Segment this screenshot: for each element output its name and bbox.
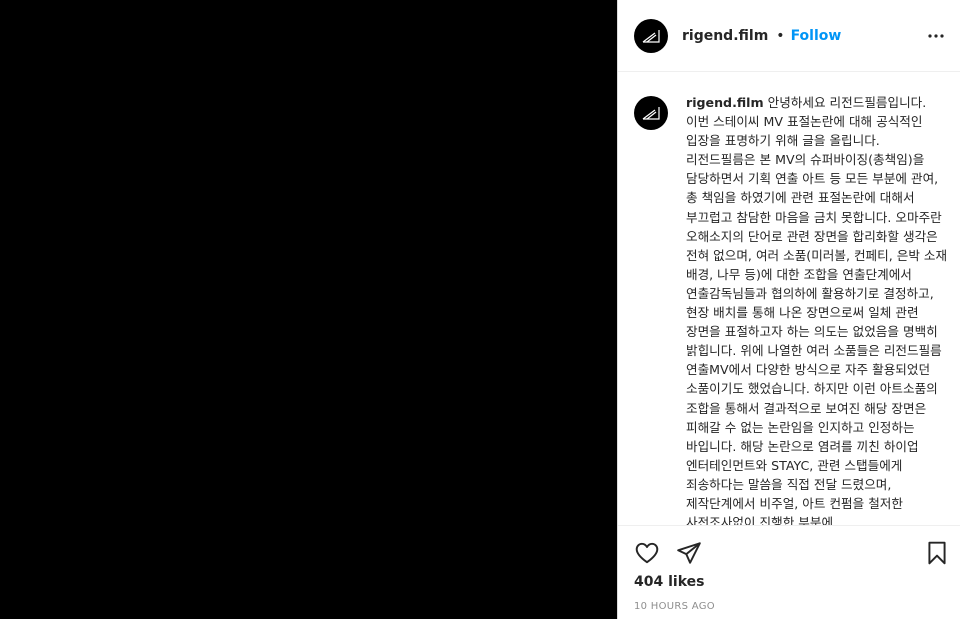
post-header: rigend.film • Follow: [618, 0, 960, 72]
post-actions-section: 404 likes 10 HOURS AGO: [618, 525, 960, 619]
comments-area[interactable]: rigend.film 안녕하세요 리전드필름입니다. 이번 스테이씨 MV 표절…: [618, 73, 960, 525]
caption-username[interactable]: rigend.film: [686, 95, 764, 110]
avatar[interactable]: [634, 96, 668, 130]
heart-icon[interactable]: [634, 540, 660, 566]
separator-dot: •: [776, 27, 785, 44]
caption-text-block: rigend.film 안녕하세요 리전드필름입니다. 이번 스테이씨 MV 표절…: [686, 93, 948, 525]
follow-button[interactable]: Follow: [791, 28, 842, 44]
paper-plane-icon[interactable]: [676, 540, 702, 566]
likes-count[interactable]: 404 likes: [634, 574, 704, 590]
avatar[interactable]: [634, 18, 668, 53]
post-username[interactable]: rigend.film: [682, 28, 768, 44]
post-side-panel: rigend.film • Follow rigend.film 안녕하세요 리…: [617, 0, 960, 619]
rigend-logo-icon: [642, 107, 660, 120]
rigend-logo-icon: [642, 29, 660, 43]
bookmark-icon[interactable]: [924, 540, 950, 566]
caption-comment: rigend.film 안녕하세요 리전드필름입니다. 이번 스테이씨 MV 표절…: [634, 93, 948, 525]
more-options-icon[interactable]: [926, 26, 946, 46]
action-bar: [618, 526, 960, 578]
post-media[interactable]: [0, 0, 617, 619]
post-timestamp[interactable]: 10 HOURS AGO: [634, 601, 715, 612]
caption-body: 안녕하세요 리전드필름입니다. 이번 스테이씨 MV 표절논란에 대해 공식적인…: [686, 95, 948, 525]
instagram-post-viewer: rigend.film • Follow rigend.film 안녕하세요 리…: [0, 0, 960, 619]
